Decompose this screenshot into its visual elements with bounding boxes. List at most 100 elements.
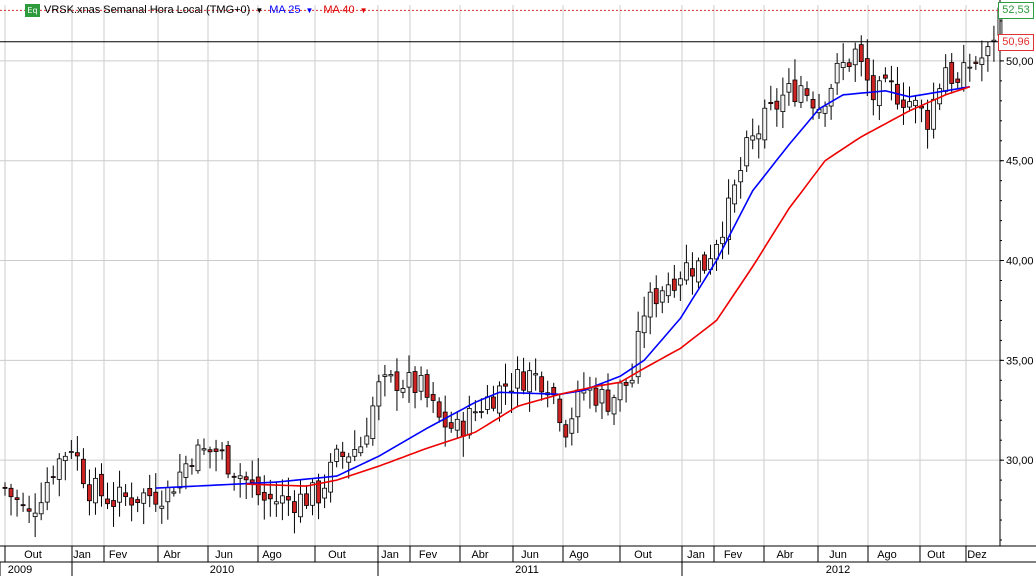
candle-up: [165, 487, 171, 503]
x-month-label: Jan: [687, 549, 705, 561]
candle-up: [696, 260, 701, 283]
candle-up: [418, 374, 424, 392]
x-month-label: Jan: [73, 549, 91, 561]
candle-up: [961, 62, 967, 88]
candle-down: [973, 61, 979, 64]
x-month-label: Out: [634, 549, 652, 561]
candle-up: [515, 369, 520, 389]
candle-down: [74, 452, 80, 457]
ma40-legend[interactable]: MA 40 ▼: [323, 4, 373, 16]
candle-up: [273, 501, 279, 505]
candle-up: [466, 408, 472, 436]
candle-up: [629, 379, 635, 384]
chart-header: VRSK.xnas Semanal Hora Local (TMG+0) ▼ M…: [26, 3, 373, 17]
candle-up: [472, 411, 478, 414]
candle-up: [346, 456, 352, 463]
candle-up: [967, 66, 973, 69]
candle-up: [38, 502, 44, 515]
candle-up: [683, 262, 689, 281]
candle-up: [352, 449, 358, 457]
ma25-label: MA 25: [269, 4, 301, 16]
candle-up: [738, 170, 744, 183]
candle-down: [267, 493, 273, 500]
candle-up: [376, 381, 382, 407]
candle-up: [279, 495, 285, 504]
candle-up: [406, 372, 412, 388]
candle-down: [153, 491, 159, 505]
candle-down: [792, 79, 798, 103]
candle-down: [20, 504, 26, 507]
candle-down: [846, 62, 852, 68]
candle-down: [129, 497, 135, 506]
x-month-label: Jun: [521, 549, 539, 561]
y-tick-label: 45,00: [1006, 156, 1034, 168]
candle-down: [491, 396, 496, 409]
candle-down: [430, 394, 436, 401]
candle-up: [382, 374, 388, 377]
candle-down: [2, 486, 8, 489]
candle-up: [665, 284, 671, 297]
candle-down: [292, 501, 297, 514]
candle-up: [641, 315, 647, 334]
candle-up: [599, 389, 605, 404]
candle-down: [671, 278, 677, 291]
y-tick-label: 50,00: [1006, 56, 1034, 68]
candle-up: [533, 373, 539, 376]
candle-down: [255, 476, 261, 496]
x-month-label: Dez: [967, 549, 987, 561]
candle-down: [304, 493, 309, 506]
ma40-dropdown-icon[interactable]: ▼: [360, 6, 368, 15]
candle-down: [623, 382, 629, 386]
candle-up: [834, 62, 840, 84]
candle-down: [261, 491, 267, 501]
candle-up: [876, 80, 882, 107]
candle-down: [460, 420, 466, 437]
candle-down: [949, 62, 955, 84]
candle-down: [810, 98, 816, 109]
candle-down: [231, 475, 237, 478]
candle-up: [750, 135, 756, 141]
candle-up: [756, 133, 762, 140]
x-month-label: Abr: [163, 549, 180, 561]
symbol-label[interactable]: VRSK.xnas Semanal Hora Local (TMG+0): [44, 4, 250, 16]
candle-down: [864, 58, 870, 81]
candle-up: [334, 448, 340, 462]
ma25-dropdown-icon[interactable]: ▼: [305, 6, 313, 15]
candle-down: [882, 74, 888, 79]
candle-up: [44, 481, 50, 503]
x-month-label: Out: [24, 549, 42, 561]
candle-up: [159, 505, 165, 509]
candle-down: [394, 371, 400, 391]
x-month-label: Out: [927, 549, 945, 561]
ma40-label: MA 40: [323, 4, 355, 16]
candle-down: [80, 458, 86, 485]
candle-down: [503, 383, 508, 387]
y-tick-label: 30,00: [1006, 455, 1034, 467]
candle-up: [943, 67, 949, 92]
reference-price-tag: 50,96: [998, 33, 1034, 51]
candle-up: [852, 48, 858, 66]
candle-down: [135, 499, 141, 504]
symbol-dropdown-icon[interactable]: ▼: [255, 6, 263, 15]
x-year-label: 2011: [515, 564, 539, 576]
candle-down: [593, 387, 599, 406]
candle-up: [762, 107, 768, 141]
candle-down: [105, 498, 110, 505]
candle-down: [412, 371, 418, 393]
candle-up: [569, 418, 575, 434]
x-month-label: Fev: [724, 549, 743, 561]
candle-up: [840, 62, 846, 68]
candle-up: [141, 492, 147, 504]
candle-down: [50, 476, 56, 478]
candle-up: [907, 101, 912, 108]
candle-up: [117, 486, 122, 503]
candle-down: [207, 449, 213, 453]
price-chart[interactable]: 30,00 35,00 40,00 45,00 50,00 Out Jan Fev Abr Jun…: [0, 0, 1036, 576]
candle-up: [454, 418, 460, 431]
ma25-legend[interactable]: MA 25 ▼: [269, 4, 319, 16]
candle-down: [225, 445, 231, 475]
candle-up: [56, 458, 62, 480]
candle-down: [901, 99, 906, 108]
candle-up: [370, 405, 376, 440]
candle-up: [780, 94, 786, 112]
